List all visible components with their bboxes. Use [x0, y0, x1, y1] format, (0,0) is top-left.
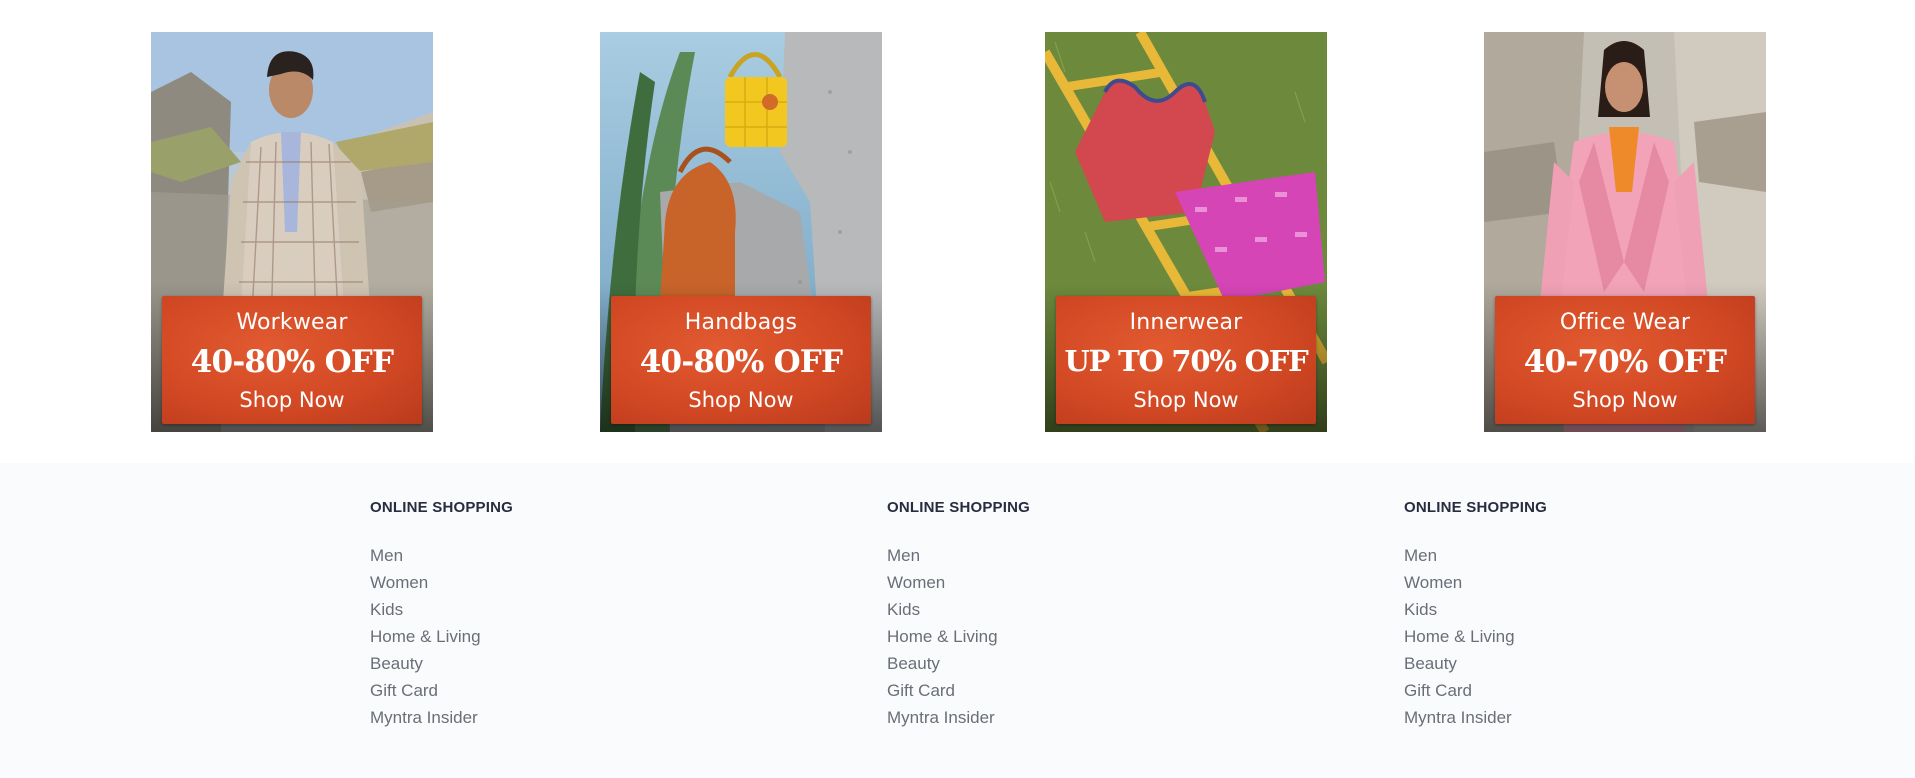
- footer-link-list: Men Women Kids Home & Living Beauty Gift…: [370, 542, 670, 731]
- banner-office-wear[interactable]: Office Wear 40-70% OFF Shop Now: [1484, 32, 1766, 432]
- banner-category: Workwear: [236, 310, 348, 335]
- footer-link-list: Men Women Kids Home & Living Beauty Gift…: [887, 542, 1187, 731]
- footer-link-beauty[interactable]: Beauty: [1404, 650, 1704, 677]
- footer-link-kids[interactable]: Kids: [1404, 596, 1704, 623]
- banner-discount: 40-80% OFF: [639, 344, 843, 380]
- footer-link-men[interactable]: Men: [370, 542, 670, 569]
- shop-now-link[interactable]: Shop Now: [162, 388, 422, 412]
- banner-discount: 40-80% OFF: [190, 344, 394, 380]
- footer-link-men[interactable]: Men: [887, 542, 1187, 569]
- offer-box: Innerwear UP TO 70% OFF Shop Now: [1056, 296, 1316, 424]
- banner-workwear[interactable]: Workwear 40-80% OFF Shop Now: [151, 32, 433, 432]
- banner-discount: UP TO 70% OFF: [1064, 344, 1309, 378]
- promo-banners: Workwear 40-80% OFF Shop Now Handbags 40…: [0, 0, 1915, 463]
- footer-column-heading: ONLINE SHOPPING: [370, 499, 514, 516]
- banner-discount: 40-70% OFF: [1523, 344, 1727, 380]
- footer-link-myntra-insider[interactable]: Myntra Insider: [1404, 704, 1704, 731]
- shop-now-link[interactable]: Shop Now: [1495, 388, 1755, 412]
- footer-link-myntra-insider[interactable]: Myntra Insider: [370, 704, 670, 731]
- banner-handbags[interactable]: Handbags 40-80% OFF Shop Now: [600, 32, 882, 432]
- footer-column-heading: ONLINE SHOPPING: [887, 499, 1031, 516]
- footer-link-home-living[interactable]: Home & Living: [370, 623, 670, 650]
- footer-column-online-shopping: ONLINE SHOPPING Men Women Kids Home & Li…: [370, 499, 670, 731]
- banner-innerwear[interactable]: Innerwear UP TO 70% OFF Shop Now: [1045, 32, 1327, 432]
- footer-link-home-living[interactable]: Home & Living: [887, 623, 1187, 650]
- site-footer: ONLINE SHOPPING Men Women Kids Home & Li…: [0, 463, 1915, 778]
- footer-link-beauty[interactable]: Beauty: [370, 650, 670, 677]
- footer-link-men[interactable]: Men: [1404, 542, 1704, 569]
- footer-column-online-shopping: ONLINE SHOPPING Men Women Kids Home & Li…: [1404, 499, 1704, 731]
- shop-now-link[interactable]: Shop Now: [1056, 388, 1316, 412]
- footer-link-gift-card[interactable]: Gift Card: [887, 677, 1187, 704]
- footer-column-online-shopping: ONLINE SHOPPING Men Women Kids Home & Li…: [887, 499, 1187, 731]
- footer-link-myntra-insider[interactable]: Myntra Insider: [887, 704, 1187, 731]
- offer-box: Office Wear 40-70% OFF Shop Now: [1495, 296, 1755, 424]
- shop-now-link[interactable]: Shop Now: [611, 388, 871, 412]
- footer-link-kids[interactable]: Kids: [370, 596, 670, 623]
- footer-link-kids[interactable]: Kids: [887, 596, 1187, 623]
- footer-link-gift-card[interactable]: Gift Card: [370, 677, 670, 704]
- offer-box: Handbags 40-80% OFF Shop Now: [611, 296, 871, 424]
- footer-link-women[interactable]: Women: [1404, 569, 1704, 596]
- footer-link-women[interactable]: Women: [887, 569, 1187, 596]
- offer-box: Workwear 40-80% OFF Shop Now: [162, 296, 422, 424]
- footer-link-list: Men Women Kids Home & Living Beauty Gift…: [1404, 542, 1704, 731]
- footer-link-gift-card[interactable]: Gift Card: [1404, 677, 1704, 704]
- banner-category: Innerwear: [1129, 310, 1243, 335]
- footer-link-home-living[interactable]: Home & Living: [1404, 623, 1704, 650]
- footer-column-heading: ONLINE SHOPPING: [1404, 499, 1548, 516]
- footer-link-beauty[interactable]: Beauty: [887, 650, 1187, 677]
- footer-link-women[interactable]: Women: [370, 569, 670, 596]
- banner-category: Office Wear: [1559, 310, 1691, 335]
- banner-category: Handbags: [684, 310, 798, 335]
